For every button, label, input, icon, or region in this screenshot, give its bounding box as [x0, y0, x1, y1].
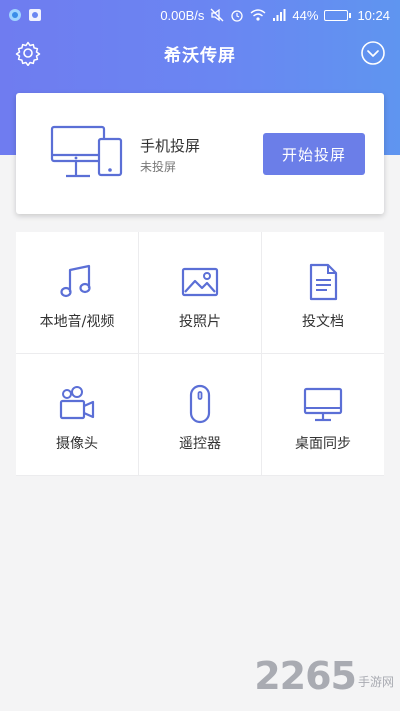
grid-item-local-media[interactable]: 本地音/视频: [16, 232, 138, 353]
grid-item-photos[interactable]: 投照片: [139, 232, 261, 353]
clock: 10:24: [357, 7, 390, 23]
grid-item-camera[interactable]: 摄像头: [16, 354, 138, 475]
grid-item-label: 投文档: [302, 314, 344, 330]
grid-item-label: 摄像头: [56, 436, 98, 452]
start-cast-button[interactable]: 开始投屏: [263, 133, 365, 175]
grid-item-label: 投照片: [179, 314, 221, 330]
battery-percent: 44%: [292, 7, 319, 23]
screen-cast-card: 手机投屏 未投屏 开始投屏: [16, 93, 384, 214]
watermark: 2265 手游网: [254, 657, 394, 695]
feature-grid: 本地音/视频 投照片 投文档 摄像头 遥控器 桌面同步: [16, 232, 384, 476]
grid-item-documents[interactable]: 投文档: [262, 232, 384, 353]
signal-icon: [273, 9, 286, 21]
network-speed: 0.00B/s: [160, 7, 205, 23]
grid-item-label: 桌面同步: [295, 436, 351, 452]
monitor-phone-icon: [50, 125, 123, 178]
grid-item-label: 遥控器: [179, 436, 221, 452]
page-title: 希沃传屏: [164, 45, 236, 66]
app-notification-icon: [9, 9, 21, 21]
mute-icon: [210, 8, 224, 22]
watermark-text: 手游网: [357, 675, 394, 689]
camera-icon: [59, 386, 95, 420]
screen: 0.00B/s 44% 10:24 希沃传屏 手机投屏 未投屏 开始投屏 本地音…: [0, 0, 400, 711]
chevron-down-circle-icon[interactable]: [360, 40, 386, 66]
grid-item-label: 本地音/视频: [39, 314, 115, 330]
desktop-icon: [303, 387, 343, 422]
cast-status: 未投屏: [140, 160, 177, 174]
battery-icon: [324, 9, 352, 21]
music-note-icon: [60, 264, 91, 298]
status-bar: 0.00B/s 44% 10:24: [0, 0, 400, 30]
alarm-icon: [231, 10, 244, 22]
mouse-icon: [189, 384, 211, 424]
cast-card-title: 手机投屏: [140, 137, 201, 155]
grid-item-desktop-sync[interactable]: 桌面同步: [262, 354, 384, 475]
gear-icon[interactable]: [15, 40, 41, 66]
wifi-icon: [250, 9, 266, 21]
title-bar: 希沃传屏: [0, 30, 400, 76]
picture-icon: [181, 267, 219, 297]
document-icon: [309, 263, 338, 301]
grid-item-remote[interactable]: 遥控器: [139, 354, 261, 475]
watermark-number: 2265: [254, 654, 357, 698]
app-notification-icon-2: [29, 9, 41, 21]
